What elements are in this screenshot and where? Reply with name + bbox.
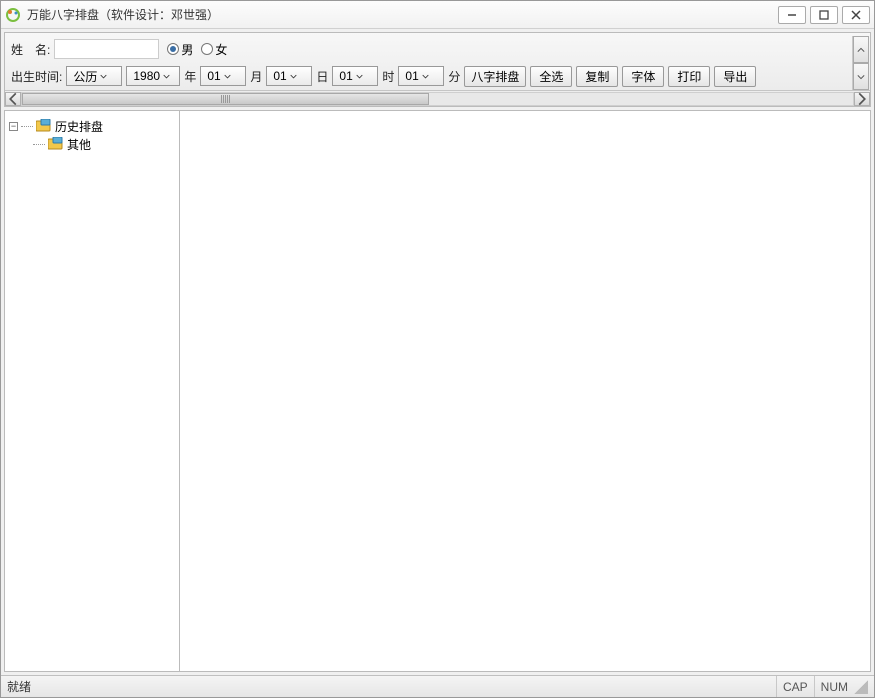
toolbar-scroll bbox=[852, 36, 870, 90]
calendar-value: 公历 bbox=[73, 68, 97, 85]
chevron-down-icon bbox=[422, 73, 429, 80]
month-unit: 月 bbox=[250, 68, 262, 85]
chevron-down-icon bbox=[224, 73, 231, 80]
main-area: 历史排盘 其他 bbox=[4, 110, 871, 672]
app-window: 万能八字排盘（软件设计：邓世强） 姓 名: 男 女 bbox=[0, 0, 875, 698]
scroll-up-button[interactable] bbox=[853, 36, 869, 63]
year-unit: 年 bbox=[184, 68, 196, 85]
scroll-left-button[interactable] bbox=[5, 92, 21, 106]
print-button[interactable]: 打印 bbox=[668, 66, 710, 87]
title-bar: 万能八字排盘（软件设计：邓世强） bbox=[1, 1, 874, 29]
gender-female-label: 女 bbox=[215, 41, 227, 58]
export-button[interactable]: 导出 bbox=[714, 66, 756, 87]
name-input[interactable] bbox=[54, 39, 159, 59]
scroll-down-button[interactable] bbox=[853, 63, 869, 90]
num-indicator: NUM bbox=[814, 676, 854, 697]
window-controls bbox=[778, 6, 870, 24]
select-all-button[interactable]: 全选 bbox=[530, 66, 572, 87]
scroll-right-button[interactable] bbox=[854, 92, 870, 106]
tree-line bbox=[21, 126, 33, 127]
scroll-thumb[interactable] bbox=[22, 93, 429, 105]
hour-value: 01 bbox=[339, 69, 352, 83]
toolbar-row-name: 姓 名: 男 女 bbox=[5, 36, 852, 62]
chevron-down-icon bbox=[290, 73, 297, 80]
status-bar: 就绪 CAP NUM bbox=[1, 675, 874, 697]
horizontal-scrollbar[interactable] bbox=[5, 90, 870, 106]
month-value: 01 bbox=[207, 69, 220, 83]
chevron-down-icon bbox=[100, 73, 107, 80]
chevron-down-icon bbox=[356, 73, 363, 80]
gender-male-label: 男 bbox=[181, 41, 193, 58]
month-select[interactable]: 01 bbox=[200, 66, 246, 86]
toolbar-row-birth: 出生时间: 公历 1980 年 01 月 bbox=[5, 62, 852, 90]
minute-unit: 分 bbox=[448, 68, 460, 85]
gender-female-radio[interactable]: 女 bbox=[201, 41, 227, 58]
tree-child-node[interactable]: 其他 bbox=[9, 135, 175, 153]
gender-male-radio[interactable]: 男 bbox=[167, 41, 193, 58]
window-title: 万能八字排盘（软件设计：邓世强） bbox=[27, 6, 778, 23]
minute-select[interactable]: 01 bbox=[398, 66, 444, 86]
tree-child-label: 其他 bbox=[67, 136, 91, 153]
tree-root-node[interactable]: 历史排盘 bbox=[9, 117, 175, 135]
cap-indicator: CAP bbox=[776, 676, 814, 697]
maximize-button[interactable] bbox=[810, 6, 838, 24]
app-icon bbox=[5, 7, 21, 23]
font-button[interactable]: 字体 bbox=[622, 66, 664, 87]
chevron-down-icon bbox=[163, 73, 170, 80]
hour-select[interactable]: 01 bbox=[332, 66, 378, 86]
year-select[interactable]: 1980 bbox=[126, 66, 180, 86]
day-value: 01 bbox=[273, 69, 286, 83]
birth-label: 出生时间: bbox=[11, 68, 62, 85]
day-unit: 日 bbox=[316, 68, 328, 85]
expand-toggle[interactable] bbox=[9, 122, 18, 131]
scroll-track[interactable] bbox=[21, 92, 854, 106]
name-label: 姓 名: bbox=[11, 41, 50, 58]
tree-line bbox=[33, 144, 45, 145]
year-value: 1980 bbox=[133, 69, 160, 83]
folder-icon bbox=[36, 119, 52, 133]
tree-panel: 历史排盘 其他 bbox=[5, 111, 180, 671]
content-panel bbox=[180, 111, 870, 671]
calendar-select[interactable]: 公历 bbox=[66, 66, 122, 86]
copy-button[interactable]: 复制 bbox=[576, 66, 618, 87]
day-select[interactable]: 01 bbox=[266, 66, 312, 86]
minimize-button[interactable] bbox=[778, 6, 806, 24]
toolbar: 姓 名: 男 女 出生时间: 公历 bbox=[4, 32, 871, 107]
hour-unit: 时 bbox=[382, 68, 394, 85]
status-text: 就绪 bbox=[7, 678, 776, 695]
radio-icon bbox=[167, 43, 179, 55]
resize-grip[interactable] bbox=[854, 680, 868, 694]
tree-root-label: 历史排盘 bbox=[55, 118, 103, 135]
folder-icon bbox=[48, 137, 64, 151]
paipan-button[interactable]: 八字排盘 bbox=[464, 66, 526, 87]
minute-value: 01 bbox=[405, 69, 418, 83]
radio-icon bbox=[201, 43, 213, 55]
close-button[interactable] bbox=[842, 6, 870, 24]
